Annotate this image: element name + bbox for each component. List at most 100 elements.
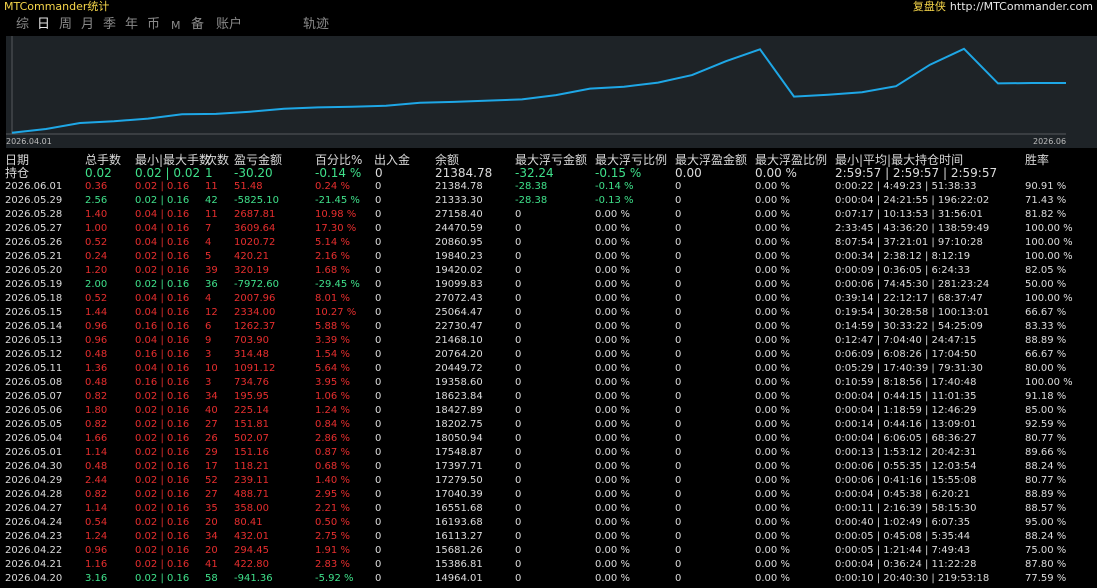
cell-date: 2026.05.05 (5, 419, 63, 430)
col-header-win-rate[interactable]: 胜率 (1025, 153, 1049, 167)
cell-count: 10 (205, 363, 218, 374)
table-row[interactable]: 2026.05.12 0.48 0.16 | 0.16 3 314.48 1.54 % 0 2… (0, 348, 1097, 362)
cell-max-float-profit-ratio: 0.00 % (755, 181, 790, 192)
cell-hold-time: 0:00:09 | 0:36:05 | 6:24:33 (835, 265, 971, 276)
table-row[interactable]: 2026.04.23 1.24 0.02 | 0.16 34 432.01 2.75 % 0… (0, 530, 1097, 544)
cell-pnl: -941.36 (234, 573, 273, 584)
tab-currency[interactable]: 币 (147, 17, 160, 33)
cell-win-rate: 89.66 % (1025, 447, 1067, 458)
table-row[interactable]: 2026.05.05 0.82 0.02 | 0.16 27 151.81 0.84 % 0… (0, 418, 1097, 432)
cell-min-max-lots: 0.02 | 0.16 (135, 545, 190, 556)
tab-backup[interactable]: 备 (191, 17, 204, 33)
cell-total-lots: 1.16 (85, 559, 108, 570)
table-row[interactable]: 2026.05.15 1.44 0.04 | 0.16 12 2334.00 10.27 … (0, 306, 1097, 320)
site-link[interactable]: http://MTCommander.com (950, 0, 1093, 13)
cell-total-lots: 1.36 (85, 363, 108, 374)
tab-day[interactable]: 日 (37, 17, 50, 33)
table-row[interactable]: 2026.05.11 1.36 0.04 | 0.16 10 1091.12 5.64 %… (0, 362, 1097, 376)
cell-percent: 2.16 % (315, 251, 350, 262)
cell-balance: 15681.26 (435, 545, 483, 556)
table-row[interactable]: 2026.05.20 1.20 0.02 | 0.16 39 320.19 1.68 % 0… (0, 264, 1097, 278)
cell-max-float-loss-ratio: -0.14 % (595, 181, 634, 192)
col-header-percent[interactable]: 百分比% (315, 153, 362, 167)
cell-max-float-loss: -32.24 (515, 166, 554, 180)
cell-max-float-profit-ratio: 0.00 % (755, 166, 797, 180)
cell-deposit: 0 (375, 475, 382, 486)
col-header-hold-time[interactable]: 最小|平均|最大持仓时间 (835, 153, 963, 167)
table-row[interactable]: 2026.05.21 0.24 0.02 | 0.16 5 420.21 2.16 % 0 1… (0, 250, 1097, 264)
table-row[interactable]: 2026.05.18 0.52 0.04 | 0.16 4 2007.96 8.01 % 0… (0, 292, 1097, 306)
table-row[interactable]: 2026.06.01 0.36 0.02 | 0.16 11 51.48 0.24 % 0 2… (0, 180, 1097, 194)
cell-pnl: 420.21 (234, 251, 269, 262)
tab-summary[interactable]: 综 (16, 17, 29, 33)
cell-hold-time: 0:19:54 | 30:28:58 | 100:13:01 (835, 307, 990, 318)
cell-deposit: 0 (375, 559, 382, 570)
col-header-total-lots[interactable]: 总手数 (85, 153, 121, 167)
cell-count: 3 (205, 349, 212, 360)
table-row[interactable]: 2026.04.30 0.48 0.02 | 0.16 17 118.21 0.68 % 0… (0, 460, 1097, 474)
col-header-min-max-lots[interactable]: 最小|最大手数 (135, 153, 211, 167)
report-label[interactable]: 复盘侠 (913, 0, 946, 13)
cell-min-max-lots: 0.02 | 0.16 (135, 419, 190, 430)
table-row[interactable]: 2026.05.04 1.66 0.02 | 0.16 26 502.07 2.86 % 0… (0, 432, 1097, 446)
cell-count: 9 (205, 335, 212, 346)
cell-min-max-lots: 0.02 | 0.16 (135, 265, 190, 276)
table-row[interactable]: 2026.04.21 1.16 0.02 | 0.16 41 422.80 2.83 % 0… (0, 558, 1097, 572)
table-row[interactable]: 2026.05.28 1.40 0.04 | 0.16 11 2687.81 10.98 … (0, 208, 1097, 222)
tab-quarter[interactable]: 季 (103, 17, 116, 33)
col-header-max-float-loss[interactable]: 最大浮亏金额 (515, 153, 587, 167)
cell-max-float-profit-ratio: 0.00 % (755, 279, 790, 290)
cell-balance: 22730.47 (435, 321, 483, 332)
cell-min-max-lots: 0.02 | 0.16 (135, 461, 190, 472)
table-row[interactable]: 2026.04.29 2.44 0.02 | 0.16 52 239.11 1.40 % 0… (0, 474, 1097, 488)
table-row[interactable]: 2026.05.06 1.80 0.02 | 0.16 40 225.14 1.24 % 0… (0, 404, 1097, 418)
table-row[interactable]: 2026.04.24 0.54 0.02 | 0.16 20 80.41 0.50 % 0 1… (0, 516, 1097, 530)
cell-percent: -5.92 % (315, 573, 354, 584)
cell-pnl: -5825.10 (234, 195, 279, 206)
table-row[interactable]: 2026.05.26 0.52 0.04 | 0.16 4 1020.72 5.14 % 0… (0, 236, 1097, 250)
tab-m[interactable]: M (171, 18, 181, 34)
cell-max-float-loss-ratio: 0.00 % (595, 405, 630, 416)
table-row[interactable]: 2026.05.07 0.82 0.02 | 0.16 34 195.95 1.06 % 0… (0, 390, 1097, 404)
table-row[interactable]: 2026.05.01 1.14 0.02 | 0.16 29 151.16 0.87 % 0… (0, 446, 1097, 460)
cell-max-float-profit-ratio: 0.00 % (755, 419, 790, 430)
col-header-count[interactable]: 次数 (205, 153, 229, 167)
cell-max-float-loss-ratio: 0.00 % (595, 419, 630, 430)
col-header-max-float-loss-ratio[interactable]: 最大浮亏比例 (595, 153, 667, 167)
cell-percent: 0.24 % (315, 181, 350, 192)
cell-balance: 15386.81 (435, 559, 483, 570)
tab-week[interactable]: 周 (59, 17, 72, 33)
tab-account[interactable]: 账户 (216, 17, 242, 33)
cell-total-lots: 1.14 (85, 503, 108, 514)
col-header-balance[interactable]: 余额 (435, 153, 459, 167)
table-row[interactable]: 2026.05.27 1.00 0.04 | 0.16 7 3609.64 17.30 %… (0, 222, 1097, 236)
cell-balance: 20449.72 (435, 363, 483, 374)
tab-year[interactable]: 年 (125, 17, 138, 33)
col-header-deposit[interactable]: 出入金 (374, 153, 410, 167)
col-header-date[interactable]: 日期 (5, 153, 29, 167)
cell-win-rate: 100.00 % (1025, 237, 1073, 248)
table-row[interactable]: 2026.04.22 0.96 0.02 | 0.16 20 294.45 1.91 % 0… (0, 544, 1097, 558)
table-row[interactable]: 2026.04.27 1.14 0.02 | 0.16 35 358.00 2.21 % 0… (0, 502, 1097, 516)
table-row[interactable]: 2026.05.14 0.96 0.16 | 0.16 6 1262.37 5.88 % 0… (0, 320, 1097, 334)
cell-max-float-profit-ratio: 0.00 % (755, 559, 790, 570)
cell-max-float-profit: 0 (675, 475, 682, 486)
position-row[interactable]: 持仓 0.02 0.02 | 0.02 1 -30.20 -0.14 % 0 21384.78… (0, 166, 1097, 180)
table-row[interactable]: 2026.05.13 0.96 0.04 | 0.16 9 703.90 3.39 % 0 2… (0, 334, 1097, 348)
cell-hold-time: 0:00:13 | 1:53:12 | 20:42:31 (835, 447, 977, 458)
tab-month[interactable]: 月 (81, 17, 94, 33)
cell-deposit: 0 (375, 531, 382, 542)
col-header-max-float-profit-ratio[interactable]: 最大浮盈比例 (755, 153, 827, 167)
col-header-pnl[interactable]: 盈亏金额 (234, 153, 282, 167)
table-row[interactable]: 2026.05.08 0.48 0.16 | 0.16 3 734.76 3.95 % 0 1… (0, 376, 1097, 390)
table-row[interactable]: 2026.05.19 2.00 0.02 | 0.16 36 -7972.60 -29.4… (0, 278, 1097, 292)
table-row[interactable]: 2026.05.29 2.56 0.02 | 0.16 42 -5825.10 -21.4… (0, 194, 1097, 208)
cell-win-rate: 77.59 % (1025, 573, 1067, 584)
col-header-max-float-profit[interactable]: 最大浮盈金额 (675, 153, 747, 167)
cell-win-rate: 50.00 % (1025, 279, 1067, 290)
cell-date: 2026.05.14 (5, 321, 63, 332)
table-row[interactable]: 2026.04.20 3.16 0.02 | 0.16 58 -941.36 -5.92 … (0, 572, 1097, 586)
cell-total-lots: 2.00 (85, 279, 108, 290)
table-row[interactable]: 2026.04.28 0.82 0.02 | 0.16 27 488.71 2.95 % 0… (0, 488, 1097, 502)
tab-track[interactable]: 轨迹 (303, 17, 329, 33)
